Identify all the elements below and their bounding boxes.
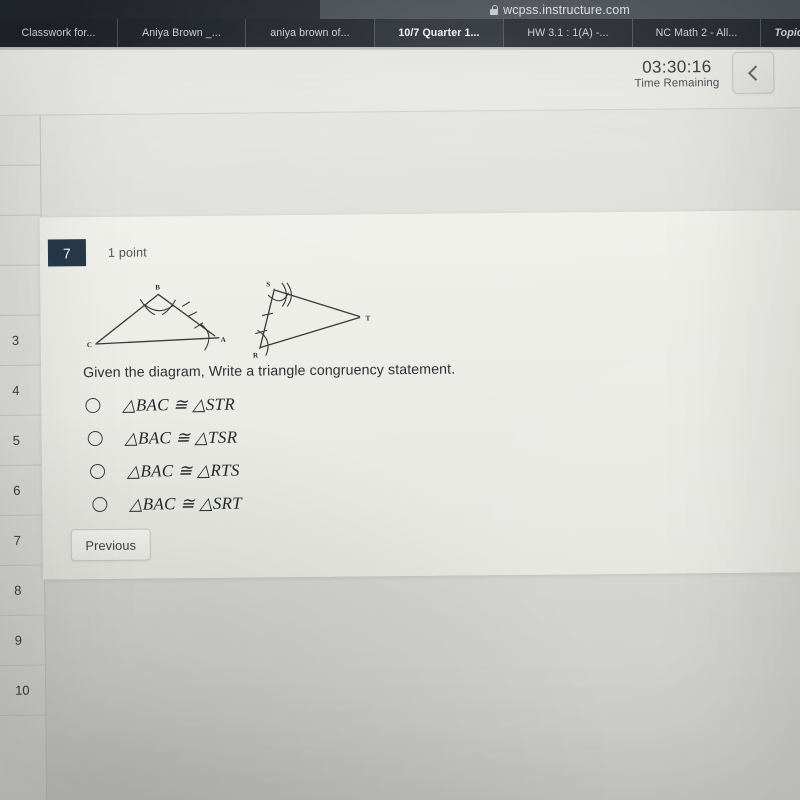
quiz-page: 03:30:16 Time Remaining 3 4 5 6 7 8 9 10 <box>0 42 800 800</box>
triangle-bac: B C A <box>87 283 226 351</box>
vertex-label-b: B <box>155 283 160 291</box>
address-bar[interactable]: wcpss.instructure.com <box>320 0 800 19</box>
sidebar-item-q7[interactable]: 7 <box>0 515 44 566</box>
lock-icon <box>490 4 499 15</box>
chrome-divider <box>0 47 800 50</box>
vertex-label-s: S <box>266 280 270 288</box>
radio-button-c[interactable] <box>89 463 106 480</box>
sidebar-item-q5[interactable]: 5 <box>0 415 43 466</box>
answer-choice-a-label: △BAC ≅ △STR <box>122 394 236 415</box>
question-number-badge: 7 <box>47 239 87 267</box>
radio-button-d[interactable] <box>92 496 108 513</box>
radio-button-a[interactable] <box>85 397 101 414</box>
chevron-left-icon <box>747 64 764 81</box>
tab-classwork[interactable]: Classwork for... <box>0 19 118 47</box>
radio-button-b[interactable] <box>87 430 103 447</box>
time-remaining-value: 03:30:16 <box>642 57 712 77</box>
quiz-top-bar: 03:30:16 Time Remaining <box>0 42 800 116</box>
two-congruent-triangles-diagram: B C A S T R <box>78 264 409 367</box>
vertex-label-c: C <box>87 341 92 349</box>
tab-quarter-1[interactable]: 10/7 Quarter 1... <box>375 19 504 47</box>
answer-choice-d[interactable]: △BAC ≅ △SRT <box>90 487 242 521</box>
tab-topic[interactable]: Topic: <box>761 19 800 47</box>
tab-strip: Classwork for... Aniya Brown _... aniya … <box>0 19 800 47</box>
triangle-str: S T R <box>253 280 371 359</box>
sidebar-item-q6[interactable]: 6 <box>0 465 44 516</box>
time-remaining-label: Time Remaining <box>634 76 720 90</box>
answer-choice-c[interactable]: △BAC ≅ △RTS <box>88 454 242 488</box>
sidebar-item-2[interactable] <box>0 215 42 266</box>
vertex-label-r: R <box>253 351 259 359</box>
answer-choice-b-label: △BAC ≅ △TSR <box>124 427 238 448</box>
sidebar-item-0[interactable] <box>0 115 41 166</box>
browser-chrome: wcpss.instructure.com Classwork for... A… <box>0 0 800 47</box>
tab-nc-math-2[interactable]: NC Math 2 - All... <box>633 19 761 47</box>
sidebar-item-q4[interactable]: 4 <box>0 365 43 416</box>
sidebar-item-q10[interactable]: 10 <box>0 665 46 716</box>
triangles-svg: B C A S T R <box>87 280 371 359</box>
previous-button[interactable]: Previous <box>70 528 151 562</box>
screenshot-root: 03:30:16 Time Remaining 3 4 5 6 7 8 9 10 <box>0 0 800 800</box>
time-remaining-block: 03:30:16 Time Remaining <box>634 57 720 90</box>
sidebar-item-q3[interactable]: 3 <box>0 315 43 366</box>
answer-choice-a[interactable]: △BAC ≅ △STR <box>83 388 241 423</box>
tab-aniya-brown[interactable]: Aniya Brown _... <box>118 19 246 47</box>
collapse-sidebar-button[interactable] <box>732 51 775 94</box>
answer-choice-c-label: △BAC ≅ △RTS <box>126 460 240 481</box>
sidebar-item-q8[interactable]: 8 <box>0 565 45 616</box>
question-header: 7 1 point <box>47 239 147 267</box>
question-points-label: 1 point <box>107 245 147 260</box>
timer-area: 03:30:16 Time Remaining <box>634 51 775 94</box>
answer-choices-list: △BAC ≅ △STR △BAC ≅ △TSR △BAC ≅ △RTS △BAC… <box>83 388 242 522</box>
url-text: wcpss.instructure.com <box>503 3 630 17</box>
vertex-label-t: T <box>366 314 371 322</box>
answer-choice-b[interactable]: △BAC ≅ △TSR <box>86 421 242 455</box>
address-bar-content: wcpss.instructure.com <box>490 3 630 17</box>
sidebar-item-q9[interactable]: 9 <box>0 615 45 666</box>
tab-aniya-brown-of[interactable]: aniya brown of... <box>246 19 375 47</box>
tab-hw-3-1[interactable]: HW 3.1 : 1(A) -... <box>504 19 633 47</box>
question-card: 7 1 point B C A S T R Given the diagram,… <box>39 209 800 580</box>
sidebar-item-1[interactable] <box>0 165 41 216</box>
vertex-label-a: A <box>221 336 226 344</box>
answer-choice-d-label: △BAC ≅ △SRT <box>129 493 243 514</box>
sidebar-item-3[interactable] <box>0 265 42 316</box>
